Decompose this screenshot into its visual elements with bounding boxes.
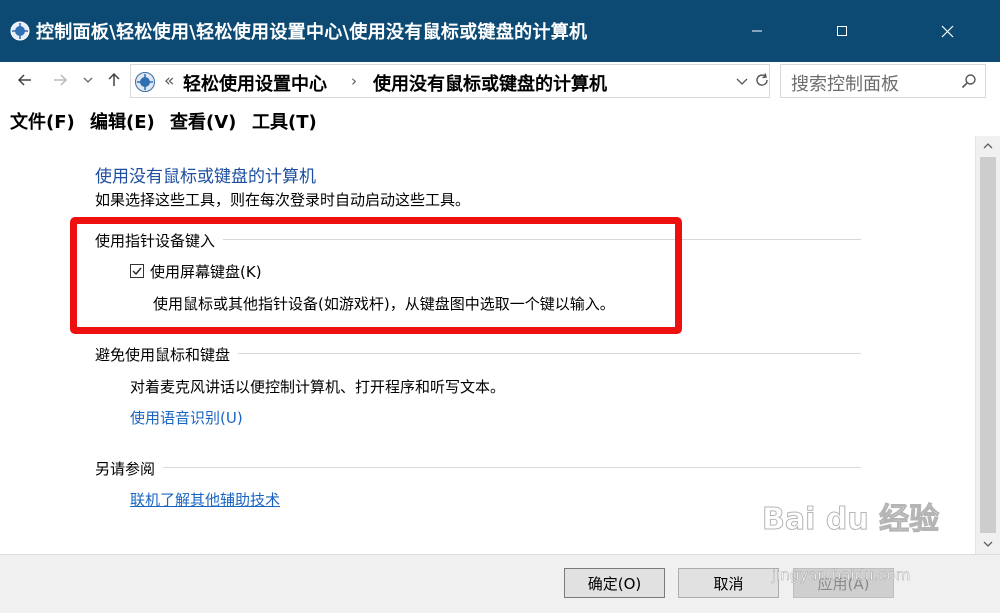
- close-button[interactable]: [912, 0, 982, 62]
- ok-button[interactable]: 确定(O): [564, 568, 665, 598]
- chevron-down-icon[interactable]: [735, 74, 749, 88]
- chevron-down-icon: [83, 77, 93, 83]
- close-icon: [941, 25, 953, 37]
- breadcrumb-current[interactable]: 使用没有鼠标或键盘的计算机: [373, 70, 607, 96]
- speech-recognition-link[interactable]: 使用语音识别(U): [130, 407, 243, 428]
- cancel-button[interactable]: 取消: [678, 568, 779, 598]
- content-pane: 使用没有鼠标或键盘的计算机 如果选择这些工具，则在每次登录时自动启动这些工具。 …: [0, 136, 975, 554]
- menu-edit[interactable]: 编辑(E): [90, 108, 155, 134]
- refresh-icon: [756, 73, 768, 86]
- control-panel-icon: [135, 72, 155, 92]
- page-description: 如果选择这些工具，则在每次登录时自动启动这些工具。: [95, 191, 471, 209]
- forward-button[interactable]: [49, 69, 71, 91]
- menu-file[interactable]: 文件(F): [10, 108, 75, 134]
- arrow-up-icon: [108, 72, 120, 86]
- apply-button[interactable]: 应用(A): [793, 568, 894, 598]
- vertical-scrollbar[interactable]: [975, 136, 1000, 554]
- control-panel-icon: [10, 21, 30, 41]
- address-box[interactable]: « 轻松使用设置中心 › 使用没有鼠标或键盘的计算机: [130, 64, 770, 98]
- highlight-annotation: [70, 217, 682, 334]
- up-button[interactable]: [103, 69, 125, 91]
- menu-tools[interactable]: 工具(T): [252, 108, 317, 134]
- page-title: 使用没有鼠标或键盘的计算机: [95, 167, 316, 187]
- dialog-button-bar: 确定(O) 取消 应用(A): [0, 554, 1000, 613]
- arrow-right-icon: [54, 74, 68, 86]
- search-placeholder: 搜索控制面板: [791, 74, 899, 95]
- title-bar: 控制面板\轻松使用\轻松使用设置中心\使用没有鼠标或键盘的计算机: [0, 0, 1000, 62]
- chevron-down-icon: [983, 541, 993, 547]
- menu-bar: 文件(F) 编辑(E) 查看(V) 工具(T): [0, 102, 1000, 136]
- menu-view[interactable]: 查看(V): [170, 108, 236, 134]
- section-heading-speech: 避免使用鼠标和键盘: [95, 344, 239, 365]
- minimize-icon: [752, 30, 762, 32]
- navigation-bar: « 轻松使用设置中心 › 使用没有鼠标或键盘的计算机 搜索控制面板: [0, 62, 1000, 102]
- arrow-left-icon: [17, 74, 31, 86]
- window-title: 控制面板\轻松使用\轻松使用设置中心\使用没有鼠标或键盘的计算机: [36, 22, 588, 43]
- section-heading-see-also: 另请参阅: [95, 458, 164, 479]
- refresh-button[interactable]: [750, 66, 774, 94]
- search-icon[interactable]: [961, 73, 977, 89]
- breadcrumb-separator[interactable]: ›: [351, 72, 357, 90]
- search-input[interactable]: 搜索控制面板: [780, 64, 986, 98]
- recent-locations-button[interactable]: [77, 69, 99, 91]
- speech-description: 对着麦克风讲话以便控制计算机、打开程序和听写文本。: [130, 378, 506, 396]
- minimize-button[interactable]: [722, 0, 792, 62]
- maximize-button[interactable]: [807, 0, 877, 62]
- scroll-down-button[interactable]: [976, 534, 1000, 554]
- breadcrumb-parent[interactable]: 轻松使用设置中心: [183, 70, 327, 96]
- assistive-tech-link[interactable]: 联机了解其他辅助技术: [130, 489, 280, 510]
- scrollbar-thumb[interactable]: [980, 157, 996, 533]
- back-button[interactable]: [14, 69, 36, 91]
- section-divider: [95, 467, 861, 468]
- breadcrumb-overflow[interactable]: «: [164, 71, 174, 91]
- chevron-up-icon: [983, 143, 993, 149]
- maximize-icon: [837, 26, 847, 36]
- scroll-up-button[interactable]: [976, 136, 1000, 156]
